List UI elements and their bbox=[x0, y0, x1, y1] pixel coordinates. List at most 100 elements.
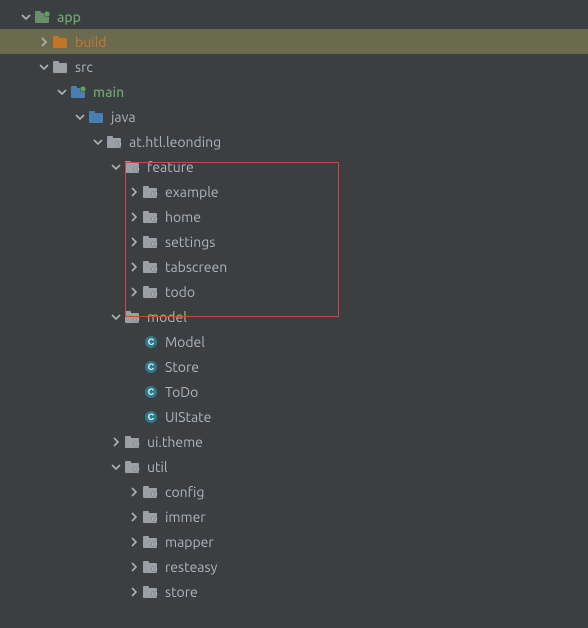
tree-item-store[interactable]: store bbox=[0, 579, 588, 604]
tree-item-src[interactable]: src bbox=[0, 54, 588, 79]
package-icon bbox=[142, 509, 160, 525]
tree-item-label: build bbox=[74, 34, 106, 50]
chevron-right-icon[interactable] bbox=[126, 209, 142, 225]
package-icon bbox=[142, 584, 160, 600]
class-icon: C bbox=[142, 334, 160, 350]
class-icon: C bbox=[142, 359, 160, 375]
tree-item-todo[interactable]: todo bbox=[0, 279, 588, 304]
tree-item-label: todo bbox=[164, 284, 195, 300]
tree-item-UIState[interactable]: C UIState bbox=[0, 404, 588, 429]
tree-item-main[interactable]: main bbox=[0, 79, 588, 104]
folder-icon bbox=[52, 59, 70, 75]
tree-item-label: UIState bbox=[164, 409, 211, 425]
package-icon bbox=[142, 559, 160, 575]
package-icon bbox=[124, 159, 142, 175]
package-icon bbox=[124, 434, 142, 450]
tree-item-label: feature bbox=[146, 159, 194, 175]
svg-text:C: C bbox=[148, 412, 155, 422]
tree-item-java[interactable]: java bbox=[0, 104, 588, 129]
tree-item-Model[interactable]: C Model bbox=[0, 329, 588, 354]
tree-item-example[interactable]: example bbox=[0, 179, 588, 204]
project-tree[interactable]: app build src main java at.htl.leonding featur… bbox=[0, 4, 588, 604]
svg-text:C: C bbox=[148, 362, 155, 372]
tree-item-label: config bbox=[164, 484, 204, 500]
tree-item-label: main bbox=[92, 84, 124, 100]
tree-item-label: store bbox=[164, 584, 198, 600]
chevron-right-icon[interactable] bbox=[126, 584, 142, 600]
folder-orange-icon bbox=[52, 34, 70, 50]
tree-item-tabscreen[interactable]: tabscreen bbox=[0, 254, 588, 279]
chevron-right-icon[interactable] bbox=[126, 184, 142, 200]
package-icon bbox=[142, 234, 160, 250]
tree-item-label: tabscreen bbox=[164, 259, 227, 275]
tree-item-util[interactable]: util bbox=[0, 454, 588, 479]
chevron-right-icon[interactable] bbox=[36, 34, 52, 50]
tree-item-label: settings bbox=[164, 234, 215, 250]
class-icon: C bbox=[142, 384, 160, 400]
chevron-right-icon[interactable] bbox=[126, 259, 142, 275]
chevron-down-icon[interactable] bbox=[90, 134, 106, 150]
tree-item-model[interactable]: model bbox=[0, 304, 588, 329]
tree-item-label: Store bbox=[164, 359, 199, 375]
tree-item-build[interactable]: build bbox=[0, 29, 588, 54]
package-icon bbox=[124, 459, 142, 475]
package-icon bbox=[142, 259, 160, 275]
tree-item-label: ui.theme bbox=[146, 434, 203, 450]
package-icon bbox=[142, 284, 160, 300]
chevron-down-icon[interactable] bbox=[72, 109, 88, 125]
package-icon bbox=[142, 534, 160, 550]
tree-item-label: immer bbox=[164, 509, 206, 525]
arrow-spacer bbox=[126, 359, 142, 375]
tree-item-label: example bbox=[164, 184, 219, 200]
tree-item-label: home bbox=[164, 209, 201, 225]
arrow-spacer bbox=[126, 334, 142, 350]
tree-item-label: util bbox=[146, 459, 168, 475]
chevron-right-icon[interactable] bbox=[126, 484, 142, 500]
tree-item-feature[interactable]: feature bbox=[0, 154, 588, 179]
package-icon bbox=[106, 134, 124, 150]
chevron-down-icon[interactable] bbox=[108, 459, 124, 475]
tree-item-label: app bbox=[56, 9, 81, 25]
tree-item-resteasy[interactable]: resteasy bbox=[0, 554, 588, 579]
tree-item-mapper[interactable]: mapper bbox=[0, 529, 588, 554]
folder-blue-icon bbox=[88, 109, 106, 125]
package-icon bbox=[142, 184, 160, 200]
chevron-down-icon[interactable] bbox=[18, 9, 34, 25]
tree-item-label: src bbox=[74, 59, 93, 75]
arrow-spacer bbox=[126, 384, 142, 400]
chevron-down-icon[interactable] bbox=[108, 309, 124, 325]
tree-item-app[interactable]: app bbox=[0, 4, 588, 29]
chevron-right-icon[interactable] bbox=[126, 284, 142, 300]
tree-item-ToDo[interactable]: CToDo bbox=[0, 379, 588, 404]
tree-item-label: ToDo bbox=[164, 384, 198, 400]
tree-item-at-htl-leonding[interactable]: at.htl.leonding bbox=[0, 129, 588, 154]
package-icon bbox=[142, 209, 160, 225]
tree-item-label: Model bbox=[164, 334, 205, 350]
tree-item-settings[interactable]: settings bbox=[0, 229, 588, 254]
tree-item-label: resteasy bbox=[164, 559, 217, 575]
chevron-down-icon[interactable] bbox=[108, 159, 124, 175]
tree-item-label: at.htl.leonding bbox=[128, 134, 221, 150]
source-root-icon bbox=[70, 84, 88, 100]
package-icon bbox=[124, 309, 142, 325]
arrow-spacer bbox=[126, 409, 142, 425]
tree-item-home[interactable]: home bbox=[0, 204, 588, 229]
class-icon: C bbox=[142, 409, 160, 425]
chevron-right-icon[interactable] bbox=[126, 559, 142, 575]
chevron-right-icon[interactable] bbox=[126, 534, 142, 550]
tree-item-ui-theme[interactable]: ui.theme bbox=[0, 429, 588, 454]
tree-item-label: mapper bbox=[164, 534, 214, 550]
tree-item-label: model bbox=[146, 309, 187, 325]
module-icon bbox=[34, 9, 52, 25]
chevron-down-icon[interactable] bbox=[54, 84, 70, 100]
chevron-right-icon[interactable] bbox=[126, 234, 142, 250]
chevron-down-icon[interactable] bbox=[36, 59, 52, 75]
tree-item-label: java bbox=[110, 109, 136, 125]
tree-item-config[interactable]: config bbox=[0, 479, 588, 504]
chevron-right-icon[interactable] bbox=[126, 509, 142, 525]
chevron-right-icon[interactable] bbox=[108, 434, 124, 450]
tree-item-Store[interactable]: C Store bbox=[0, 354, 588, 379]
svg-text:C: C bbox=[148, 337, 155, 347]
tree-item-immer[interactable]: immer bbox=[0, 504, 588, 529]
package-icon bbox=[142, 484, 160, 500]
